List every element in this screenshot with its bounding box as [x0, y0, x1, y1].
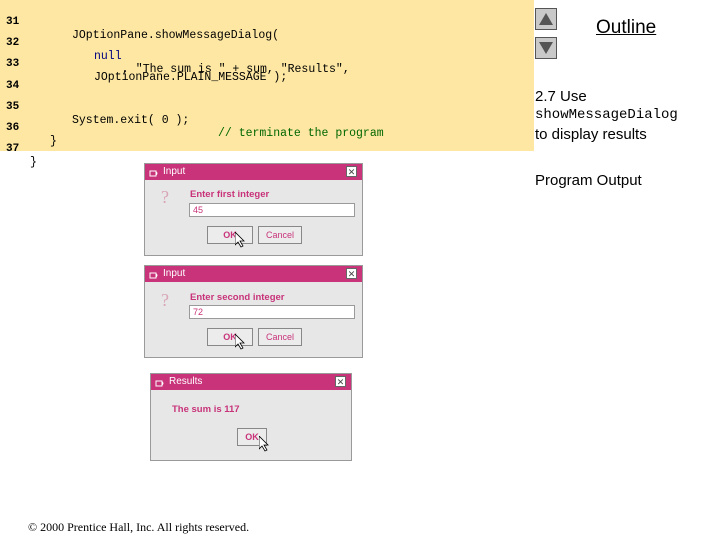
- code-line: 32 null , "The sum is " + sum, "Results"…: [0, 24, 350, 76]
- code-comment: // terminate the program: [218, 127, 384, 140]
- prompt-label: Enter first integer: [190, 189, 270, 200]
- code-line: 35 System.exit( 0 ); // terminate the pr…: [0, 88, 384, 140]
- code-line: 31 JOptionPane.showMessageDialog(: [0, 3, 279, 42]
- code-line: 37 }: [0, 130, 37, 169]
- dialog-titlebar: Input ✕: [145, 164, 362, 180]
- dialog-titlebar: Results ✕: [151, 374, 351, 390]
- results-dialog: Results ✕ The sum is 117 OK: [150, 373, 352, 461]
- slide-title-prefix: 2.7 Use: [535, 88, 587, 105]
- dialog-title: Input: [163, 268, 186, 279]
- line-number: 37: [6, 143, 20, 155]
- slide-title: 2.7 Use showMessageDialog to display res…: [535, 87, 678, 144]
- mouse-cursor-icon: [259, 436, 269, 452]
- ok-button[interactable]: OK: [207, 328, 253, 346]
- java-cup-icon: [149, 272, 158, 279]
- code-text: System.exit( 0 );: [72, 114, 190, 127]
- java-cup-icon: [155, 380, 164, 387]
- code-text: }: [50, 135, 57, 148]
- code-line: 36 }: [0, 109, 57, 148]
- code-line: 33 JOptionPane.PLAIN_MESSAGE );: [0, 45, 287, 84]
- close-icon[interactable]: ✕: [346, 166, 357, 177]
- code-keyword: null: [94, 50, 122, 63]
- integer-input[interactable]: 72: [189, 305, 355, 319]
- cancel-button[interactable]: Cancel: [258, 328, 302, 346]
- java-cup-icon: [149, 170, 158, 177]
- input-dialog-second: Input ✕ ? Enter second integer 72 OK Can…: [144, 265, 363, 358]
- code-text: }: [30, 156, 37, 169]
- previous-slide-button[interactable]: [535, 8, 557, 30]
- input-dialog-first: Input ✕ ? Enter first integer 45 OK Canc…: [144, 163, 363, 256]
- code-line: 34: [0, 67, 28, 92]
- result-message: The sum is 117: [172, 404, 240, 415]
- program-output-label: Program Output: [535, 172, 642, 189]
- close-icon[interactable]: ✕: [335, 376, 346, 387]
- mouse-cursor-icon: [235, 334, 245, 350]
- question-icon: ?: [161, 187, 169, 207]
- code-panel: 31 JOptionPane.showMessageDialog( 32 nul…: [0, 0, 534, 169]
- triangle-down-icon: [539, 42, 553, 54]
- next-slide-button[interactable]: [535, 37, 557, 59]
- integer-input[interactable]: 45: [189, 203, 355, 217]
- mouse-cursor-icon: [235, 232, 245, 248]
- dialog-title: Input: [163, 166, 186, 177]
- close-icon[interactable]: ✕: [346, 268, 357, 279]
- dialog-title: Results: [169, 376, 203, 387]
- copyright-notice: © 2000 Prentice Hall, Inc. All rights re…: [28, 520, 250, 534]
- prompt-label: Enter second integer: [190, 292, 285, 303]
- question-icon: ?: [161, 290, 169, 310]
- code-text: JOptionPane.PLAIN_MESSAGE );: [94, 71, 288, 84]
- code-text: JOptionPane.showMessageDialog(: [72, 29, 280, 42]
- slide-title-method: showMessageDialog: [535, 107, 678, 123]
- dialog-titlebar: Input ✕: [145, 266, 362, 282]
- cancel-button[interactable]: Cancel: [258, 226, 302, 244]
- slide-title-suffix: to display results: [535, 126, 647, 143]
- triangle-up-icon: [539, 13, 553, 25]
- outline-link[interactable]: Outline: [596, 17, 656, 39]
- ok-button[interactable]: OK: [207, 226, 253, 244]
